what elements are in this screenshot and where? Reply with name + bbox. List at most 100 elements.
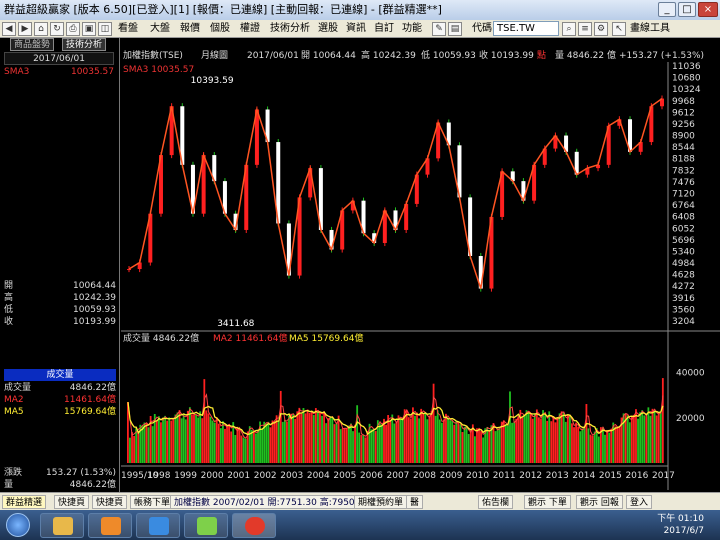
- menu-技術分析[interactable]: 技術分析: [270, 21, 310, 37]
- tab-market-status[interactable]: 商品盤勢: [10, 38, 55, 51]
- chart-icon[interactable]: ▤: [448, 22, 462, 36]
- volume-bar: [527, 412, 530, 463]
- volume-bar: [443, 419, 445, 463]
- volume-bar: [430, 410, 433, 463]
- taskbar-app-green[interactable]: [184, 513, 228, 538]
- menu-功能[interactable]: 功能: [402, 21, 422, 37]
- volume-tick-label: 20000: [676, 414, 705, 424]
- taskbar-trading-app[interactable]: [232, 513, 276, 538]
- menu-權證[interactable]: 權證: [240, 21, 260, 37]
- volume-bar: [345, 428, 348, 463]
- volume-bar: [164, 415, 166, 463]
- home-icon[interactable]: ⌂: [34, 22, 48, 36]
- volume-bar: [157, 416, 160, 463]
- volume-bar: [265, 423, 268, 463]
- taskbar-media[interactable]: [88, 513, 132, 538]
- taskbar-ie[interactable]: [136, 513, 180, 538]
- x-tick-label: 2003: [280, 471, 303, 481]
- chart-area[interactable]: 加權指數(TSE) 月線圖 2017/06/01 開 10064.44 高 10…: [121, 38, 720, 492]
- volume-bar: [461, 432, 464, 463]
- doctor-button[interactable]: 醫: [406, 495, 424, 509]
- start-button[interactable]: [6, 513, 30, 537]
- list-icon[interactable]: ≡: [578, 22, 592, 36]
- volume-bar: [422, 412, 425, 463]
- bulletin-button[interactable]: 佑告欄: [478, 495, 514, 509]
- back-icon[interactable]: ◀: [2, 22, 16, 36]
- volume-bar: [500, 421, 503, 463]
- menu-看盤[interactable]: 看盤: [118, 21, 138, 37]
- minimize-button[interactable]: _: [658, 2, 676, 17]
- close-button[interactable]: ×: [698, 2, 718, 17]
- save-icon[interactable]: ▣: [82, 22, 96, 36]
- ohlc-label: 開: [4, 281, 14, 291]
- menu-報價[interactable]: 報價: [180, 21, 200, 37]
- left-panel: 商品盤勢 技術分析 2017/06/01 SMA3 10035.57 開 1006…: [0, 38, 120, 492]
- volume-bar: [457, 422, 460, 463]
- order-button[interactable]: 觀示 下單: [524, 495, 571, 509]
- clock[interactable]: 下午 01:10 2017/6/7: [657, 513, 704, 537]
- tab-status-quick-2[interactable]: 快捷頁: [92, 495, 128, 509]
- volume-bar: [286, 421, 288, 463]
- volume-bar: [296, 411, 299, 463]
- tab-status-selected[interactable]: 群益精選: [2, 495, 47, 509]
- volume-bar: [556, 417, 559, 463]
- volume-bar: [300, 413, 303, 463]
- menu-個股[interactable]: 個股: [210, 21, 230, 37]
- volume-bar: [571, 423, 573, 463]
- symbol-input[interactable]: TSE.TW: [493, 21, 559, 36]
- volume-bar: [306, 409, 309, 463]
- change-row: 漲跌 153.27 (1.53%): [4, 468, 116, 479]
- annotation-label: 3411.68: [217, 319, 254, 329]
- price-chart[interactable]: 1103610680103249968961292568900854481887…: [121, 38, 720, 492]
- menu-資訊[interactable]: 資訊: [346, 21, 366, 37]
- x-tick-label: 2002: [254, 471, 277, 481]
- volume-bar: [542, 410, 544, 463]
- y-tick-label: 6764: [672, 201, 695, 211]
- preorder-button[interactable]: 期權預約單: [354, 495, 408, 509]
- tab-technical-analysis[interactable]: 技術分析: [62, 38, 107, 51]
- settings-icon[interactable]: ⚙: [594, 22, 608, 36]
- x-tick-label: 2014: [572, 471, 595, 481]
- menu-選股[interactable]: 選股: [318, 21, 338, 37]
- search-icon[interactable]: ⌕: [562, 22, 576, 36]
- refresh-icon[interactable]: ↻: [50, 22, 64, 36]
- volume-bar: [440, 422, 443, 463]
- ma2-legend: MA2 11461.64億: [213, 332, 287, 344]
- volume-bar: [533, 414, 536, 463]
- maximize-button[interactable]: □: [678, 2, 696, 17]
- menu-自訂[interactable]: 自訂: [374, 21, 394, 37]
- volume-bar: [325, 423, 328, 463]
- x-tick-label: 2017: [652, 471, 675, 481]
- menu-大盤[interactable]: 大盤: [150, 21, 170, 37]
- window-icon[interactable]: ◫: [98, 22, 112, 36]
- volume-bar: [279, 390, 282, 463]
- ohlc-label: 低: [4, 305, 14, 315]
- volume-bar: [277, 420, 280, 463]
- volume-bar: [217, 423, 220, 463]
- volume-bar: [203, 379, 206, 463]
- volume-bar: [372, 428, 375, 463]
- tab-status-quick-1[interactable]: 快捷頁: [54, 495, 90, 509]
- volume-bar: [405, 410, 408, 463]
- taskbar-explorer[interactable]: [40, 513, 84, 538]
- volume-axis: 40000 20000: [676, 369, 705, 424]
- volume-bar: [482, 437, 485, 463]
- volume-bar: [352, 431, 354, 463]
- print-icon[interactable]: ⎙: [66, 22, 80, 36]
- volume-bar: [463, 426, 466, 463]
- volume-bar: [155, 420, 158, 463]
- y-tick-label: 5340: [672, 247, 695, 257]
- volume-bar: [486, 426, 489, 463]
- clock-time: 下午 01:10: [657, 514, 704, 524]
- volume-bar: [657, 412, 660, 463]
- draw-tools-label[interactable]: 畫線工具: [630, 21, 670, 37]
- pencil-icon[interactable]: ✎: [432, 22, 446, 36]
- volume-bar: [511, 422, 513, 463]
- forward-icon[interactable]: ▶: [18, 22, 32, 36]
- volume-bar: [496, 428, 499, 463]
- report-button[interactable]: 觀示 回報: [576, 495, 623, 509]
- cursor-icon[interactable]: ↖: [612, 22, 626, 36]
- login-button[interactable]: 登入: [626, 495, 653, 509]
- sma-layer: [127, 95, 664, 292]
- tab-status-order[interactable]: 帳務下單: [130, 495, 175, 509]
